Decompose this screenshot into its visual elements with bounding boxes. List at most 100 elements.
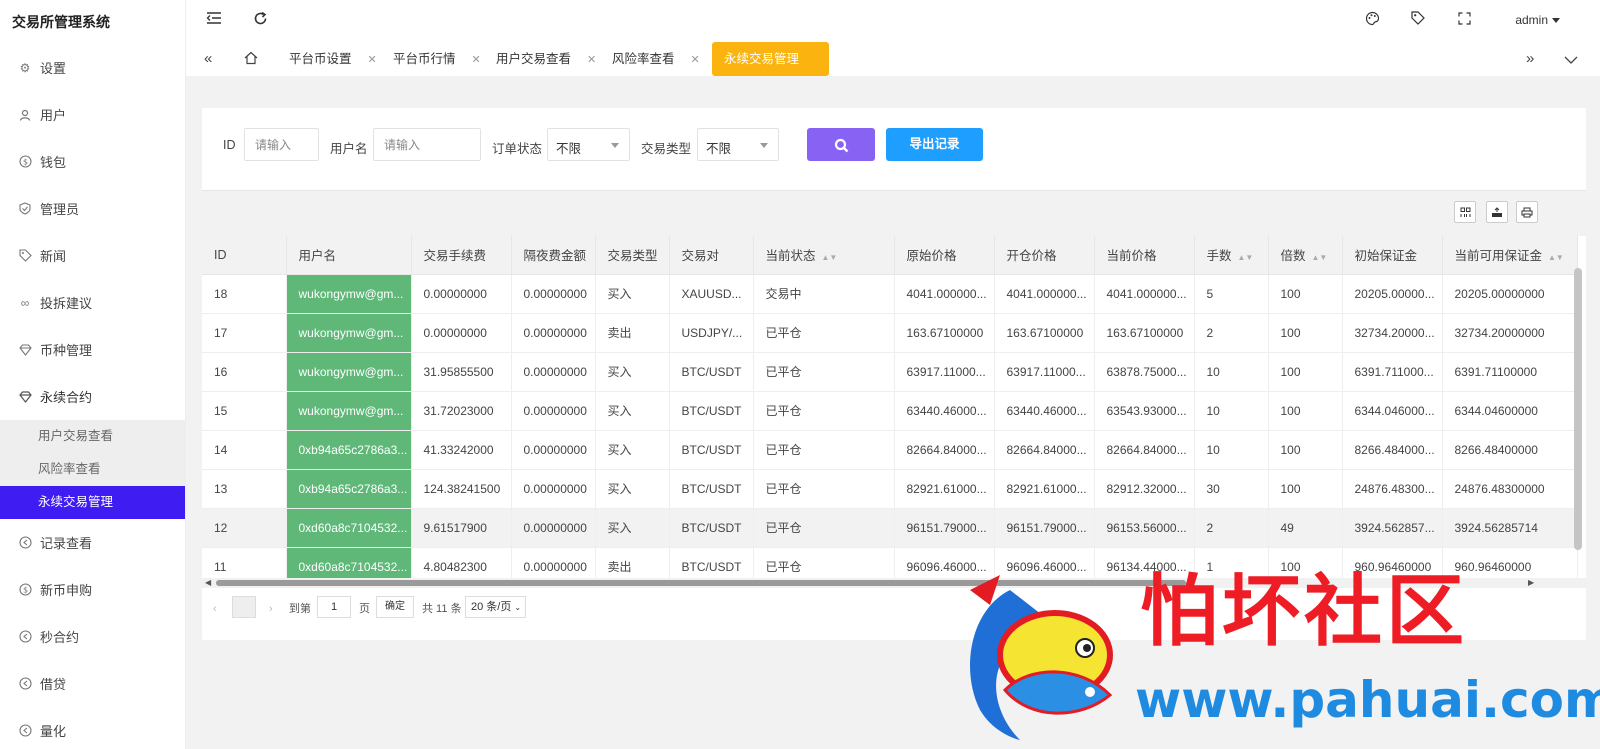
table-cell: 96151.79000... bbox=[994, 508, 1095, 548]
column-header-username[interactable]: 用户名 bbox=[286, 236, 412, 275]
sidebar-item-news[interactable]: 新闻 bbox=[0, 232, 185, 279]
circle-arrow-icon bbox=[18, 630, 32, 644]
column-header-fee[interactable]: 交易手续费 bbox=[411, 236, 512, 275]
sort-icon[interactable]: ▲▼ bbox=[822, 253, 838, 262]
prev-page-icon[interactable]: ‹ bbox=[213, 598, 217, 620]
fullscreen-icon[interactable] bbox=[1454, 11, 1474, 31]
table-cell: 32734.20000000 bbox=[1442, 313, 1578, 353]
refresh-icon[interactable] bbox=[250, 11, 270, 31]
column-header-available-margin[interactable]: 当前可用保证金 ▲▼ bbox=[1442, 236, 1578, 275]
sidebar-item-currency[interactable]: 币种管理 bbox=[0, 326, 185, 373]
table-cell: 82921.61000... bbox=[894, 469, 995, 509]
sidebar-item-quant[interactable]: 量化 bbox=[0, 707, 185, 749]
tab-label: 永续交易管理 bbox=[724, 52, 800, 66]
sidebar-item-users[interactable]: 用户 bbox=[0, 91, 185, 138]
sort-icon[interactable]: ▲▼ bbox=[1312, 253, 1328, 262]
tab-user-trades[interactable]: 用户交易查看 ✕ bbox=[496, 42, 596, 76]
table-cell: 3924.56285714 bbox=[1442, 508, 1578, 548]
scroll-right-arrow-icon[interactable]: ▶ bbox=[1528, 578, 1534, 587]
export-icon[interactable] bbox=[1486, 201, 1508, 223]
theme-icon[interactable] bbox=[1362, 11, 1382, 31]
sort-icon[interactable]: ▲▼ bbox=[1548, 253, 1564, 262]
next-page-icon[interactable]: › bbox=[269, 598, 273, 620]
tabs-scroll-left-icon[interactable]: « bbox=[204, 50, 212, 67]
tab-risk-rate[interactable]: 风险率查看 ✕ bbox=[612, 42, 700, 76]
user-menu[interactable]: admin bbox=[1515, 13, 1560, 27]
column-header-current-price[interactable]: 当前价格 bbox=[1094, 236, 1195, 275]
table-cell: BTC/USDT bbox=[669, 391, 754, 431]
tab-platform-coin-market[interactable]: 平台币行情 ✕ bbox=[393, 42, 481, 76]
app-root: 交易所管理系统 ⚙ 设置 用户 $ 钱包 管理员 新闻 ∞ 投拆建议 币种管理 … bbox=[0, 0, 1600, 749]
export-button[interactable]: 导出记录 bbox=[886, 128, 983, 161]
column-header-id[interactable]: ID bbox=[202, 236, 287, 275]
sidebar-subitem-perpetual-trade-mgmt[interactable]: 永续交易管理 bbox=[0, 486, 185, 519]
wallet-icon: $ bbox=[18, 155, 32, 169]
menu-collapse-icon[interactable] bbox=[204, 11, 224, 31]
page-input[interactable]: 1 bbox=[317, 596, 351, 618]
print-icon[interactable] bbox=[1516, 201, 1538, 223]
column-header-initial-margin[interactable]: 初始保证金 bbox=[1342, 236, 1443, 275]
table-cell: 已平仓 bbox=[753, 469, 895, 509]
tab-perpetual-trade-mgmt[interactable]: 永续交易管理 bbox=[712, 42, 830, 76]
sidebar-item-admins[interactable]: 管理员 bbox=[0, 185, 185, 232]
goto-label: 到第 bbox=[289, 603, 311, 615]
table-row[interactable]: 16 wukongymw@gm... 31.95855500 0.00000000 买入… bbox=[202, 352, 1578, 392]
sort-icon[interactable]: ▲▼ bbox=[1238, 253, 1254, 262]
close-icon[interactable]: ✕ bbox=[472, 54, 481, 66]
sidebar-subitem-risk-rate[interactable]: 风险率查看 bbox=[0, 453, 185, 486]
sidebar-item-second-contract[interactable]: 秒合约 bbox=[0, 613, 185, 660]
close-icon[interactable]: ✕ bbox=[587, 54, 596, 66]
column-header-overnight-fee[interactable]: 隔夜费金额 bbox=[511, 236, 596, 275]
column-header-status[interactable]: 当前状态 ▲▼ bbox=[753, 236, 895, 275]
column-header-multiplier[interactable]: 倍数 ▲▼ bbox=[1268, 236, 1343, 275]
sidebar-item-loan[interactable]: 借贷 bbox=[0, 660, 185, 707]
column-header-trade-type[interactable]: 交易类型 bbox=[595, 236, 670, 275]
sidebar-item-wallet[interactable]: $ 钱包 bbox=[0, 138, 185, 185]
trade-type-select[interactable]: 不限 bbox=[697, 128, 779, 161]
sidebar-item-settings[interactable]: ⚙ 设置 bbox=[0, 44, 185, 91]
tag-icon[interactable] bbox=[1408, 11, 1428, 31]
table-header-row: ID 用户名 交易手续费 隔夜费金额 交易类型 交易对 当前状态 ▲▼ 原始价格 … bbox=[202, 236, 1578, 275]
table-row[interactable]: 12 0xd60a8c7104532... 9.61517900 0.00000000… bbox=[202, 508, 1578, 548]
columns-icon[interactable] bbox=[1454, 201, 1476, 223]
close-icon[interactable]: ✕ bbox=[691, 54, 700, 66]
sidebar-item-new-coin[interactable]: $ 新币申购 bbox=[0, 566, 185, 613]
tab-label: 风险率查看 bbox=[612, 52, 675, 66]
current-page[interactable]: 1 bbox=[232, 596, 256, 618]
chevron-down-icon[interactable] bbox=[1564, 52, 1578, 69]
sidebar-item-feedback[interactable]: ∞ 投拆建议 bbox=[0, 279, 185, 326]
column-header-open-price[interactable]: 开仓价格 bbox=[994, 236, 1095, 275]
table-cell: BTC/USDT bbox=[669, 469, 754, 509]
filter-form: ID 用户名 订单状态 不限 交易类型 不限 导出记录 bbox=[202, 128, 1586, 162]
scroll-left-arrow-icon[interactable]: ◀ bbox=[205, 578, 211, 587]
table-row[interactable]: 14 0xb94a65c2786a3... 41.33242000 0.0000000… bbox=[202, 430, 1578, 470]
sidebar-item-perpetual[interactable]: 永续合约 bbox=[0, 373, 185, 420]
table-row[interactable]: 15 wukongymw@gm... 31.72023000 0.00000000 买入… bbox=[202, 391, 1578, 431]
search-button[interactable] bbox=[807, 128, 875, 161]
page-size-select[interactable]: 20 条/页 ⌄ bbox=[465, 596, 526, 618]
sidebar-subitem-user-trades[interactable]: 用户交易查看 bbox=[0, 420, 185, 453]
order-status-select[interactable]: 不限 bbox=[547, 128, 630, 161]
table-row[interactable]: 18 wukongymw@gm... 0.00000000 0.00000000 买入 X… bbox=[202, 274, 1578, 314]
column-header-lots[interactable]: 手数 ▲▼ bbox=[1194, 236, 1269, 275]
close-icon[interactable]: ✕ bbox=[368, 54, 377, 66]
table-cell: 100 bbox=[1268, 430, 1343, 470]
username-input[interactable] bbox=[373, 128, 481, 161]
table-cell: 卖出 bbox=[595, 313, 670, 353]
svg-text:$: $ bbox=[22, 585, 27, 594]
tabs-scroll-right-icon[interactable]: » bbox=[1526, 50, 1534, 67]
table-cell: 82664.84000... bbox=[1094, 430, 1195, 470]
column-header-pair[interactable]: 交易对 bbox=[669, 236, 754, 275]
table-row[interactable]: 13 0xb94a65c2786a3... 124.38241500 0.000000… bbox=[202, 469, 1578, 509]
confirm-page-button[interactable]: 确定 bbox=[376, 596, 414, 618]
column-header-original-price[interactable]: 原始价格 bbox=[894, 236, 995, 275]
sidebar-item-label: 量化 bbox=[40, 724, 67, 739]
sidebar-item-records[interactable]: 记录查看 bbox=[0, 519, 185, 566]
vertical-scrollbar[interactable] bbox=[1574, 268, 1582, 550]
id-input[interactable] bbox=[244, 128, 319, 161]
table-row[interactable]: 17 wukongymw@gm... 0.00000000 0.00000000 卖出 U… bbox=[202, 313, 1578, 353]
table-cell: 24876.48300000 bbox=[1442, 469, 1578, 509]
home-icon[interactable] bbox=[244, 51, 258, 69]
tab-platform-coin-settings[interactable]: 平台币设置 ✕ bbox=[289, 42, 377, 76]
table-cell: 0xb94a65c2786a3... bbox=[286, 469, 412, 509]
